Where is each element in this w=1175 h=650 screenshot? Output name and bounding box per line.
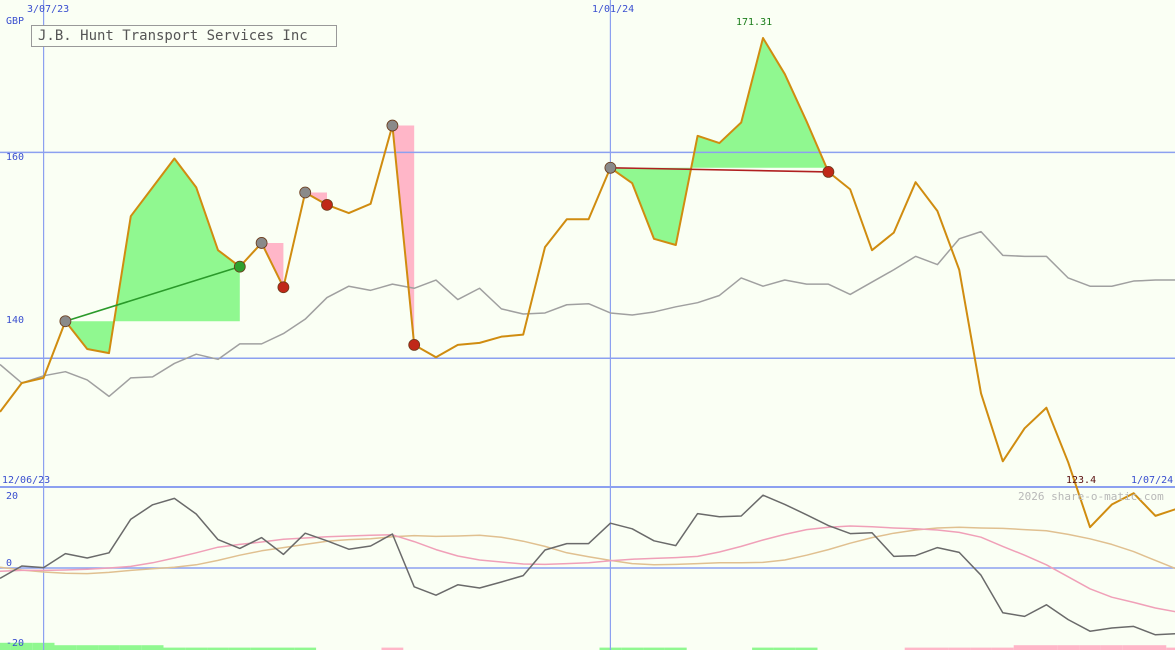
indicator-bar-50 [1079, 645, 1101, 650]
indicator-tick-label-20: 20 [6, 491, 18, 502]
indicator-tick-label-minus-20: -20 [6, 638, 24, 649]
indicator-signal-tan-line [0, 526, 1175, 575]
indicator-bar-6 [119, 645, 142, 650]
sell-marker-1 [822, 165, 835, 178]
date-label-lower-start: 12/06/23 [2, 475, 50, 486]
max-price-label: 171.31 [736, 17, 772, 28]
chart-title: J.B. Hunt Transport Services Inc [31, 25, 337, 47]
credit-label: 2026 share-o-matic.com [1018, 490, 1164, 503]
indicator-signal-pink-line [0, 525, 1175, 613]
buy-marker-3 [299, 186, 312, 199]
y-tick-label-140: 140 [6, 315, 24, 326]
indicator-momentum-line [0, 494, 1175, 636]
label-layer: GBP 3/07/23 1/01/24 12/06/23 1/07/24 160… [2, 4, 1173, 649]
sell-marker-2 [277, 281, 290, 294]
chart-stage: GBP 3/07/23 1/01/24 12/06/23 1/07/24 160… [0, 0, 1175, 650]
buy-marker-0 [59, 315, 72, 328]
buy-marker-2 [255, 237, 268, 249]
currency-label: GBP [6, 16, 24, 27]
date-label-start: 3/07/23 [27, 4, 69, 15]
indicator-bar-53 [1144, 645, 1167, 650]
indicator-bar-49 [1057, 645, 1080, 650]
indicator-bar-3 [54, 645, 77, 650]
indicator-bar-5 [98, 645, 120, 650]
indicator-tick-label-0: 0 [6, 558, 12, 569]
sell-marker-0 [233, 260, 246, 273]
y-tick-label-160: 160 [6, 152, 24, 163]
indicator-bar-7 [141, 645, 164, 650]
min-price-label: 123.4 [1066, 475, 1096, 486]
price-chart: GBP 3/07/23 1/01/24 12/06/23 1/07/24 160… [0, 0, 1175, 650]
indicator-bar-47 [1013, 645, 1036, 650]
sell-marker-3 [321, 198, 333, 211]
indicator-bar-4 [76, 645, 99, 650]
sell-marker-4 [408, 339, 421, 351]
buy-marker-4 [386, 119, 399, 132]
series-layer [0, 37, 1175, 636]
gain-fill-1 [610, 38, 829, 246]
indicator-bar-51 [1100, 645, 1123, 650]
indicator-bar-48 [1035, 645, 1058, 650]
date-label-end: 1/07/24 [1131, 475, 1173, 486]
indicator-bar-52 [1122, 645, 1145, 650]
buy-marker-1 [604, 161, 617, 174]
grid-layer [0, 0, 1175, 650]
date-label-mid: 1/01/24 [592, 4, 634, 15]
